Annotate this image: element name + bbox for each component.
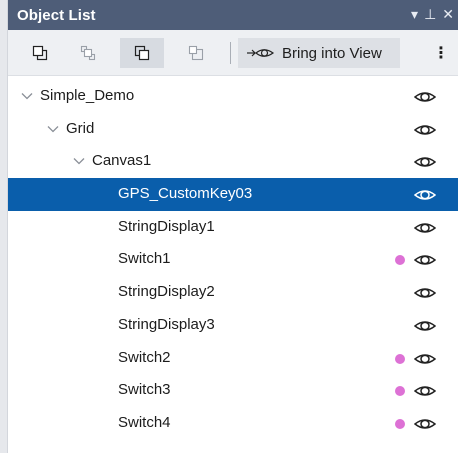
visibility-eye-icon[interactable] (413, 352, 437, 366)
chevron-down-icon[interactable]: ▾ (411, 5, 418, 23)
visibility-eye-icon[interactable] (413, 90, 437, 104)
status-dot-icon (395, 353, 405, 364)
tree-item-label: Switch2 (118, 348, 171, 366)
send-to-back-button[interactable] (174, 38, 218, 68)
visibility-eye-icon[interactable] (413, 384, 437, 398)
visibility-eye-icon[interactable] (413, 188, 437, 202)
status-dot-icon (395, 386, 405, 397)
bring-forward-button[interactable] (18, 38, 62, 68)
visibility-eye-icon[interactable] (413, 319, 437, 333)
send-backward-button[interactable] (120, 38, 164, 68)
visibility-eye-icon[interactable] (413, 417, 437, 431)
tree-item[interactable]: Canvas1 (8, 145, 458, 178)
chevron-down-icon[interactable] (46, 122, 60, 136)
tree-item-label: Switch4 (118, 413, 171, 431)
tree-item-label: Simple_Demo (40, 87, 135, 104)
tree-item-label: GPS_CustomKey03 (118, 185, 253, 203)
visibility-eye-icon[interactable] (413, 155, 437, 169)
tree-item-label: Switch3 (118, 381, 171, 399)
tree-item-label: StringDisplay2 (118, 283, 215, 301)
object-list-panel: Object List ▾ ⊥ ✕ Bring into View ⋮ Simp… (0, 0, 458, 453)
panel-left-edge (0, 0, 8, 453)
tree-item[interactable]: StringDisplay1 (8, 211, 458, 244)
send-to-back-icon (188, 45, 204, 61)
toolbar-separator (230, 42, 231, 64)
bring-into-view-label: Bring into View (282, 44, 382, 62)
tree-item[interactable]: Switch1 (8, 243, 458, 276)
bring-into-view-button[interactable]: Bring into View (238, 38, 400, 68)
object-tree: Simple_Demo Grid Canvas1 GPS_CustomKey03… (8, 80, 458, 440)
visibility-eye-icon[interactable] (413, 123, 437, 137)
chevron-down-icon[interactable] (20, 89, 34, 103)
tree-item[interactable]: Switch4 (8, 407, 458, 440)
tree-item[interactable]: StringDisplay2 (8, 276, 458, 309)
tree-item-label: Switch1 (118, 250, 171, 268)
close-icon[interactable]: ✕ (442, 5, 454, 23)
send-backward-icon (134, 45, 150, 61)
tree-item[interactable]: GPS_CustomKey03 (8, 178, 458, 211)
more-options-button[interactable]: ⋮ (433, 38, 449, 68)
status-dot-icon (395, 418, 405, 429)
panel-titlebar: Object List ▾ ⊥ ✕ (8, 0, 458, 30)
tree-item[interactable]: Switch3 (8, 374, 458, 407)
bring-to-front-icon (80, 45, 96, 61)
visibility-eye-icon[interactable] (413, 286, 437, 300)
tree-item-label: Canvas1 (92, 152, 152, 170)
panel-title: Object List (17, 7, 96, 24)
bring-forward-icon (32, 45, 48, 61)
bring-to-front-button[interactable] (66, 38, 110, 68)
visibility-eye-icon[interactable] (413, 221, 437, 235)
chevron-down-icon[interactable] (72, 154, 86, 168)
title-controls: ▾ ⊥ ✕ (411, 5, 454, 23)
tree-item[interactable]: Switch2 (8, 342, 458, 375)
tree-item[interactable]: Grid (8, 113, 458, 146)
tree-item[interactable]: Simple_Demo (8, 80, 458, 113)
toolbar: Bring into View ⋮ (8, 30, 458, 76)
bring-into-view-icon (247, 49, 274, 57)
visibility-eye-icon[interactable] (413, 253, 437, 267)
tree-item-label: StringDisplay1 (118, 217, 215, 235)
tree-item-label: Grid (66, 119, 95, 137)
tree-item-label: StringDisplay3 (118, 315, 215, 333)
pin-icon[interactable]: ⊥ (424, 5, 436, 23)
tree-item[interactable]: StringDisplay3 (8, 309, 458, 342)
status-dot-icon (395, 255, 405, 266)
